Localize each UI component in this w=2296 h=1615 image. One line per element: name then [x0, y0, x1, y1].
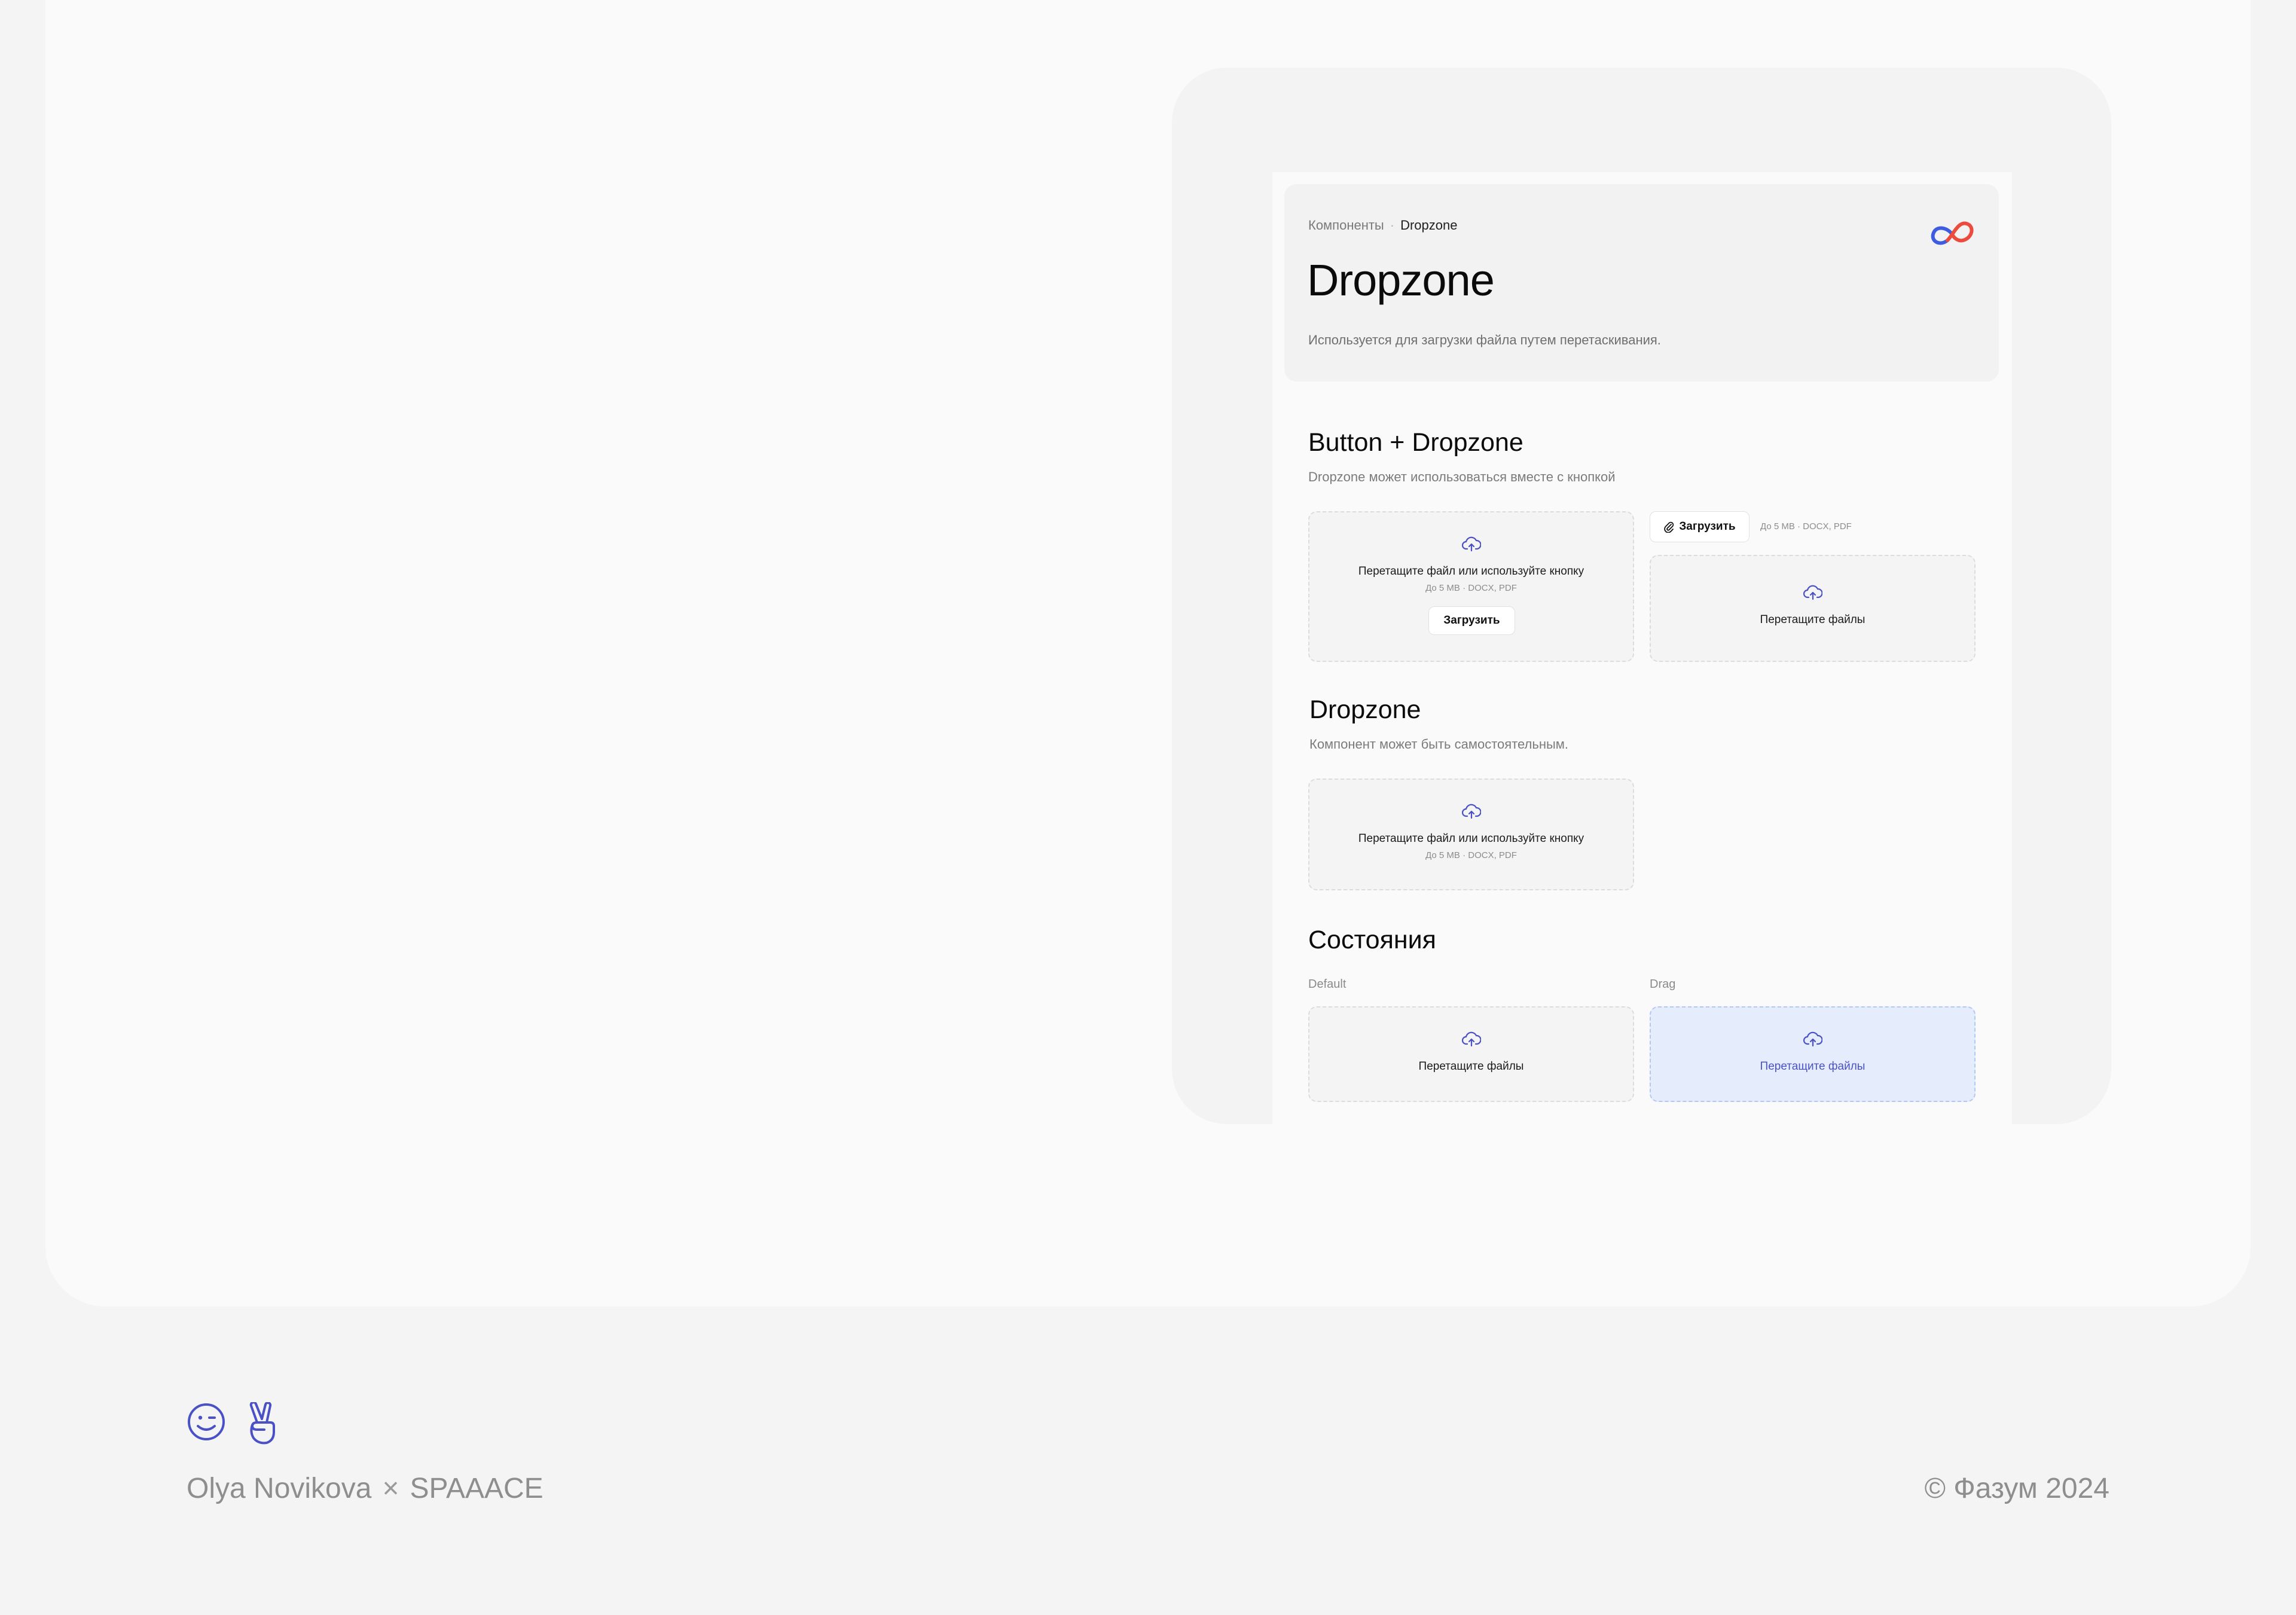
state-label-default: Default — [1308, 978, 1347, 991]
docs-page: Компоненты · Dropzone Dropzone Используетс… — [1272, 172, 2012, 1124]
cloud-upload-icon — [1803, 585, 1822, 600]
breadcrumb-separator: · — [1390, 218, 1395, 233]
upload-button[interactable]: Загрузить — [1650, 511, 1750, 542]
cloud-upload-icon — [1803, 1031, 1822, 1047]
smile-icon — [188, 1403, 225, 1440]
dropzone-state-drag[interactable]: Перетащите файлы — [1650, 1006, 1976, 1102]
footer-copyright: © Фазум 2024 — [1924, 1473, 2109, 1504]
dropzone-text: Перетащите файлы — [1418, 1060, 1524, 1073]
author-name: Olya Novikova — [187, 1473, 372, 1504]
victory-hand-icon — [249, 1402, 275, 1445]
paperclip-icon — [1664, 521, 1674, 533]
dropzone-with-button[interactable]: Перетащите файл или используйте кнопку Д… — [1308, 511, 1634, 662]
breadcrumb-parent[interactable]: Компоненты — [1308, 218, 1384, 233]
section-title-states: Состояния — [1308, 926, 1436, 954]
section-title-dropzone: Dropzone — [1309, 695, 1421, 724]
dropzone-hint: До 5 MB · DOCX, PDF — [1425, 850, 1517, 860]
dropzone-text: Перетащите файлы — [1760, 1060, 1866, 1073]
studio-name: SPAAACE — [410, 1473, 544, 1504]
page-header: Компоненты · Dropzone Dropzone Используетс… — [1284, 184, 1999, 381]
infinity-logo — [1931, 221, 1974, 245]
breadcrumb: Компоненты · Dropzone — [1308, 218, 1457, 233]
dropzone-text: Перетащите файлы — [1760, 613, 1866, 626]
cloud-upload-icon — [1461, 1031, 1481, 1047]
page-title: Dropzone — [1307, 255, 1495, 305]
cloud-upload-icon — [1461, 804, 1481, 819]
dropzone-text: Перетащите файл или используйте кнопку — [1358, 565, 1584, 578]
upload-button-inside[interactable]: Загрузить — [1428, 606, 1515, 635]
cloud-upload-icon — [1461, 536, 1481, 552]
dropzone-standalone[interactable]: Перетащите файл или используйте кнопку Д… — [1308, 779, 1634, 890]
dropzone-hint: До 5 MB · DOCX, PDF — [1425, 583, 1517, 593]
preview-frame: Компоненты · Dropzone Dropzone Используетс… — [1172, 68, 2111, 1124]
upload-button-label: Загрузить — [1679, 520, 1736, 533]
upload-hint: До 5 MB · DOCX, PDF — [1760, 521, 1852, 532]
section-subtitle-dropzone: Компонент может быть самостоятельным. — [1309, 737, 1569, 752]
footer-credit: Olya Novikova × SPAAACE — [187, 1472, 544, 1505]
dropzone-compact[interactable]: Перетащите файлы — [1650, 555, 1976, 662]
breadcrumb-current: Dropzone — [1400, 218, 1458, 233]
dropzone-text: Перетащите файл или используйте кнопку — [1358, 832, 1584, 845]
state-label-drag: Drag — [1650, 978, 1676, 991]
dropzone-state-default[interactable]: Перетащите файлы — [1308, 1006, 1634, 1102]
section-subtitle-button-dropzone: Dropzone может использоваться вместе с к… — [1308, 469, 1616, 484]
page-description: Используется для загрузки файла путем пе… — [1308, 332, 1661, 347]
section-title-button-dropzone: Button + Dropzone — [1308, 428, 1523, 457]
cross-symbol: × — [382, 1473, 399, 1504]
